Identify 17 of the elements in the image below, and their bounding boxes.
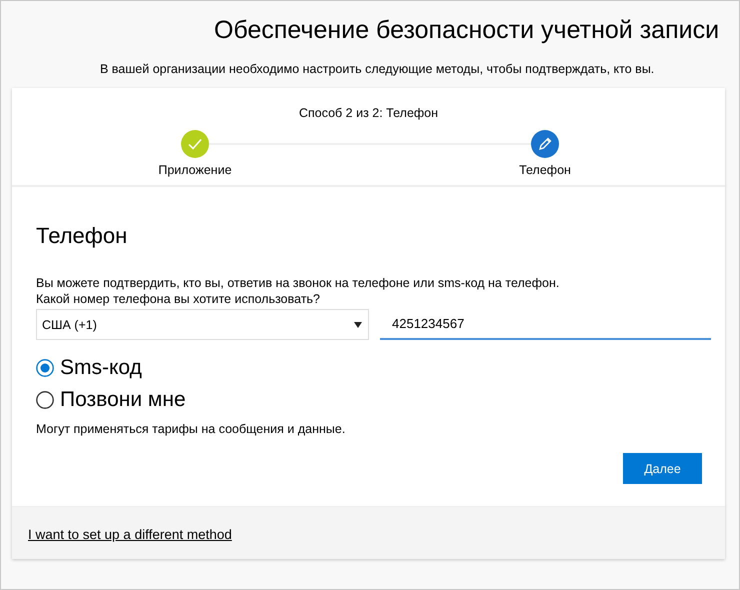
country-dropdown[interactable]: США (+1)	[36, 309, 369, 340]
page-title: Обеспечение безопасности учетной записи	[214, 15, 720, 45]
pencil-icon	[538, 137, 552, 151]
different-method-link[interactable]: I want to set up a different method	[28, 527, 232, 542]
step-caption: Способ 2 из 2: Телефон	[298, 106, 440, 120]
next-button[interactable]: Далее	[623, 453, 702, 484]
description-text: Вы можете подтвердить, кто вы, ответив на звонок на телефоне или sms-код на телефон.	[36, 275, 560, 291]
step-label: Приложение	[158, 163, 232, 177]
step-label: Телефон	[519, 163, 571, 177]
radio-option[interactable]: Sms-код	[36, 356, 711, 380]
radio-option[interactable]: Позвони мне	[36, 388, 711, 412]
check-icon	[187, 136, 203, 152]
rates-note: Могут применяться тарифы на сообщения и данные.	[36, 422, 346, 436]
question-label: Какой номер телефона вы хотите использовать?	[36, 291, 322, 307]
page-subtitle: В вашей организации необходимо настроить следующие методы, чтобы подтверждать, кто вы.	[100, 62, 656, 76]
section-heading: Телефон	[36, 223, 128, 249]
caret-icon	[354, 322, 362, 328]
